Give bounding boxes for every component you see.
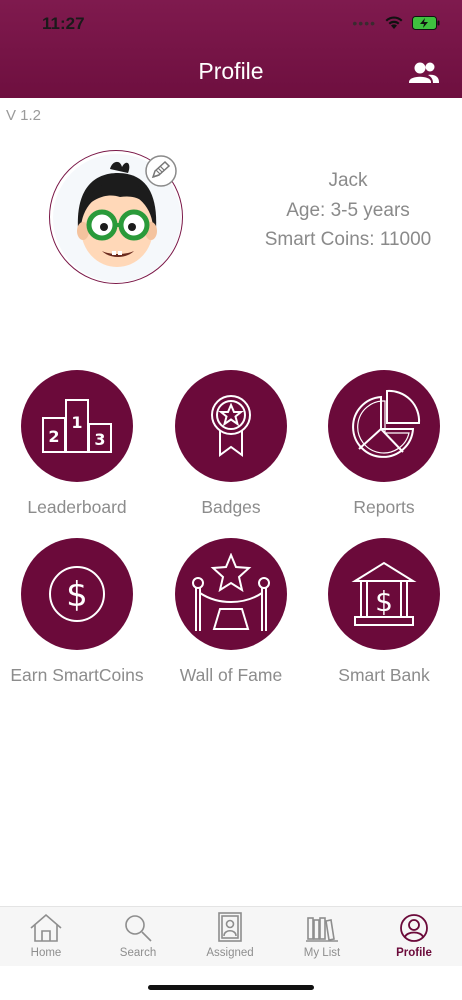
- profile-icon: [400, 914, 428, 942]
- tile-label: Wall of Fame: [179, 665, 283, 685]
- bank-icon: $: [351, 561, 417, 626]
- status-indicators: ••••: [352, 15, 440, 30]
- pie-chart-icon: [352, 389, 421, 458]
- profile-coins: Smart Coins: 11000: [264, 229, 432, 250]
- tab-label: Assigned: [206, 947, 254, 959]
- tab-label: Search: [119, 947, 157, 959]
- home-indicator[interactable]: [148, 985, 314, 990]
- tile-label: Reports: [353, 497, 415, 517]
- battery-icon: [412, 15, 440, 30]
- profile-age: Age: 3-5 years: [286, 199, 410, 221]
- svg-text:1: 1: [71, 413, 82, 432]
- tab-search[interactable]: Search: [92, 907, 184, 967]
- tab-bar: Home Search Assigned My List Profile: [0, 906, 462, 966]
- tab-label: My List: [303, 947, 341, 959]
- books-icon: [306, 917, 338, 942]
- signal-icon: ••••: [352, 14, 376, 31]
- tile-smart-bank[interactable]: $ Smart Bank: [308, 538, 460, 686]
- switch-user-icon[interactable]: [408, 60, 440, 86]
- tile-badges[interactable]: Badges: [155, 370, 307, 518]
- tile-leaderboard[interactable]: 2 1 3 Leaderboard: [1, 370, 153, 518]
- tab-my-list[interactable]: My List: [276, 907, 368, 967]
- tile-earn-smartcoins[interactable]: $ Earn SmartCoins: [1, 538, 153, 686]
- profile-info: Jack Age: 3-5 years Smart Coins: 11000: [262, 166, 434, 255]
- tile-label: Smart Bank: [338, 665, 430, 685]
- tile-wall-of-fame[interactable]: Wall of Fame: [155, 538, 307, 686]
- badge-ribbon-icon: [211, 395, 251, 457]
- svg-text:$: $: [66, 575, 88, 615]
- svg-text:$: $: [375, 585, 393, 618]
- dollar-coin-icon: $: [49, 566, 105, 622]
- star-rope-icon: [192, 553, 270, 631]
- app-header: 11:27 •••• Profile: [0, 0, 462, 98]
- profile-name: Jack: [328, 170, 368, 191]
- svg-text:2: 2: [48, 427, 59, 446]
- tile-label: Badges: [201, 497, 261, 517]
- tile-label: Earn SmartCoins: [10, 665, 144, 685]
- tile-label: Leaderboard: [27, 497, 127, 517]
- assigned-icon: [218, 912, 242, 942]
- home-icon: [30, 913, 62, 942]
- wifi-icon: [385, 16, 403, 29]
- page-title: Profile: [198, 58, 264, 84]
- app-version: V 1.2: [6, 107, 42, 124]
- tile-reports[interactable]: Reports: [308, 370, 460, 518]
- status-time: 11:27: [42, 14, 85, 33]
- tab-label: Home: [30, 947, 62, 959]
- tab-profile[interactable]: Profile: [368, 907, 460, 967]
- search-icon: [125, 915, 152, 942]
- edit-avatar-icon[interactable]: [143, 154, 179, 188]
- podium-icon: 2 1 3: [42, 399, 112, 453]
- svg-text:3: 3: [94, 430, 105, 449]
- tab-label: Profile: [396, 947, 432, 959]
- tab-home[interactable]: Home: [0, 907, 92, 967]
- tab-assigned[interactable]: Assigned: [184, 907, 276, 967]
- status-bar: 11:27 ••••: [0, 0, 462, 44]
